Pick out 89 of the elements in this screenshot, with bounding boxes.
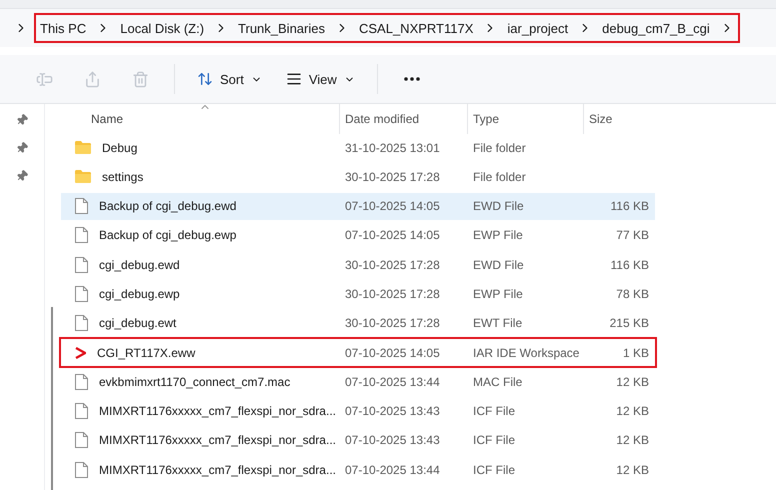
trash-icon bbox=[132, 70, 148, 88]
file-icon bbox=[75, 227, 88, 244]
size-cell-text: 12 KB bbox=[615, 374, 650, 389]
file-name: cgi_debug.ewt bbox=[98, 316, 176, 330]
file-name: MIMXRT1176xxxxx_cm7_flexspi_nor_sdra... bbox=[98, 462, 336, 477]
column-header[interactable]: Size bbox=[583, 104, 655, 134]
file-row[interactable]: MIMXRT1176xxxxx_cm7_flexspi_nor_sdra... 07-10-2025 13:44 ICF File 12 KB bbox=[61, 456, 655, 484]
file-row[interactable]: MIMXRT1176xxxxx_cm7_flexspi_nor_sdra... 07-10-2025 13:43 ICF File 12 KB bbox=[61, 398, 655, 425]
type-cell-text: EWT File bbox=[472, 316, 522, 330]
type-cell-text: EWD File bbox=[472, 258, 524, 272]
breadcrumb-item[interactable]: CSAL_NXPRT117X bbox=[358, 20, 474, 36]
file-icon bbox=[75, 374, 88, 390]
file-icon bbox=[75, 286, 88, 302]
size-cell-text: 12 KB bbox=[615, 433, 650, 448]
date-cell-text: 07-10-2025 14:05 bbox=[344, 228, 440, 242]
file-icon bbox=[75, 403, 88, 420]
file-name: settings bbox=[101, 170, 144, 184]
file-row[interactable]: Debug 31-10-2025 13:01 File folder bbox=[61, 134, 655, 161]
column-header[interactable]: Date modified bbox=[339, 104, 467, 134]
file-row[interactable]: evkbmimxrt1170_connect_cm7.mac 07-10-2025 13:44 MAC File 12 KB bbox=[61, 368, 655, 396]
file-row[interactable]: cgi_debug.ewt 30-10-2025 17:28 EWT File 215 KB bbox=[61, 310, 655, 337]
share-icon bbox=[84, 70, 100, 88]
size-cell-text: 1 KB bbox=[622, 346, 650, 360]
size-cell-text: 215 KB bbox=[608, 316, 650, 330]
date-cell-text: 30-10-2025 17:28 bbox=[344, 258, 440, 272]
file-name: CGI_RT117X.eww bbox=[96, 346, 196, 360]
column-header[interactable]: Type bbox=[467, 104, 583, 134]
size-cell-text: 116 KB bbox=[610, 258, 650, 272]
date-cell-text: 30-10-2025 17:28 bbox=[344, 170, 440, 184]
file-icon bbox=[75, 432, 88, 448]
date-cell-text: 07-10-2025 13:44 bbox=[344, 374, 440, 389]
sort-icon bbox=[197, 71, 213, 87]
type-cell-text: EWP File bbox=[472, 286, 523, 301]
file-icon bbox=[75, 256, 88, 273]
folder-icon bbox=[75, 141, 91, 154]
date-cell-text: 31-10-2025 13:01 bbox=[344, 140, 440, 154]
file-name: Backup of cgi_debug.ewp bbox=[98, 228, 236, 242]
breadcrumb-item[interactable]: Trunk_Binaries bbox=[238, 20, 325, 36]
type-cell-text: IAR IDE Workspace bbox=[472, 346, 580, 360]
view-button[interactable]: View bbox=[276, 63, 365, 95]
file-name: cgi_debug.ewp bbox=[98, 286, 180, 301]
size-cell-text: 12 KB bbox=[615, 404, 650, 418]
type-cell-text: File folder bbox=[472, 140, 526, 154]
breadcrumb-item[interactable]: iar_project bbox=[507, 20, 568, 36]
size-cell-text: 12 KB bbox=[615, 462, 650, 477]
chevron-icon bbox=[75, 346, 86, 359]
size-cell-text: 77 KB bbox=[615, 228, 650, 242]
file-name: Backup of cgi_debug.ewd bbox=[98, 199, 236, 214]
file-row[interactable]: CGI_RT117X.eww 07-10-2025 14:05 IAR IDE Workspace 1 KB bbox=[61, 339, 655, 366]
size-cell-text: 78 KB bbox=[615, 286, 650, 301]
size-cell-text: 116 KB bbox=[610, 199, 650, 214]
date-cell-text: 07-10-2025 13:43 bbox=[344, 404, 440, 418]
type-cell-text: EWD File bbox=[472, 199, 524, 214]
type-cell-text: MAC File bbox=[472, 374, 522, 389]
file-row[interactable]: Backup of cgi_debug.ewp 07-10-2025 14:05 EWP File 77 KB bbox=[61, 222, 655, 249]
type-cell-text: File folder bbox=[472, 170, 526, 184]
date-cell-text: 07-10-2025 14:05 bbox=[344, 346, 440, 360]
folder-icon bbox=[75, 170, 91, 184]
date-cell-text: 30-10-2025 17:28 bbox=[344, 316, 440, 330]
type-cell-text: ICF File bbox=[472, 462, 515, 477]
file-name: MIMXRT1176xxxxx_cm7_flexspi_nor_sdra... bbox=[98, 433, 336, 448]
date-cell-text: 07-10-2025 14:05 bbox=[344, 199, 440, 214]
lines-icon bbox=[286, 71, 302, 87]
file-row[interactable]: cgi_debug.ewp 30-10-2025 17:28 EWP File 78 KB bbox=[61, 280, 655, 308]
file-icon bbox=[75, 315, 88, 332]
rename-icon bbox=[36, 70, 52, 88]
breadcrumb-item[interactable]: Local Disk (Z:) bbox=[120, 20, 204, 36]
file-icon bbox=[75, 462, 88, 478]
scrollbar-thumb[interactable] bbox=[51, 307, 53, 490]
date-cell-text: 07-10-2025 13:44 bbox=[344, 462, 440, 477]
date-cell-text: 30-10-2025 17:28 bbox=[344, 286, 440, 301]
type-cell-text: EWP File bbox=[472, 228, 523, 242]
column-header[interactable]: Name bbox=[61, 104, 339, 134]
file-name: MIMXRT1176xxxxx_cm7_flexspi_nor_sdra... bbox=[98, 404, 336, 418]
file-row[interactable]: Backup of cgi_debug.ewd 07-10-2025 14:05 EWD File 116 KB bbox=[61, 192, 655, 220]
type-cell-text: ICF File bbox=[472, 433, 515, 448]
type-cell-text: ICF File bbox=[472, 404, 515, 418]
more-icon bbox=[404, 77, 420, 81]
sort-button[interactable]: Sort bbox=[187, 63, 272, 95]
file-row[interactable]: cgi_debug.ewd 30-10-2025 17:28 EWD File 116 KB bbox=[61, 251, 655, 278]
file-row[interactable]: settings 30-10-2025 17:28 File folder bbox=[61, 163, 655, 190]
file-row[interactable]: MIMXRT1176xxxxx_cm7_flexspi_nor_sdra... 07-10-2025 13:43 ICF File 12 KB bbox=[61, 426, 655, 454]
file-icon bbox=[75, 198, 88, 214]
file-name: cgi_debug.ewd bbox=[98, 258, 180, 272]
file-name: Debug bbox=[101, 140, 138, 154]
breadcrumb-item[interactable]: debug_cm7_B_cgi bbox=[602, 20, 710, 36]
breadcrumb-item[interactable]: This PC bbox=[40, 20, 86, 36]
file-name: evkbmimxrt1170_connect_cm7.mac bbox=[98, 374, 290, 389]
date-cell-text: 07-10-2025 13:43 bbox=[344, 433, 440, 448]
